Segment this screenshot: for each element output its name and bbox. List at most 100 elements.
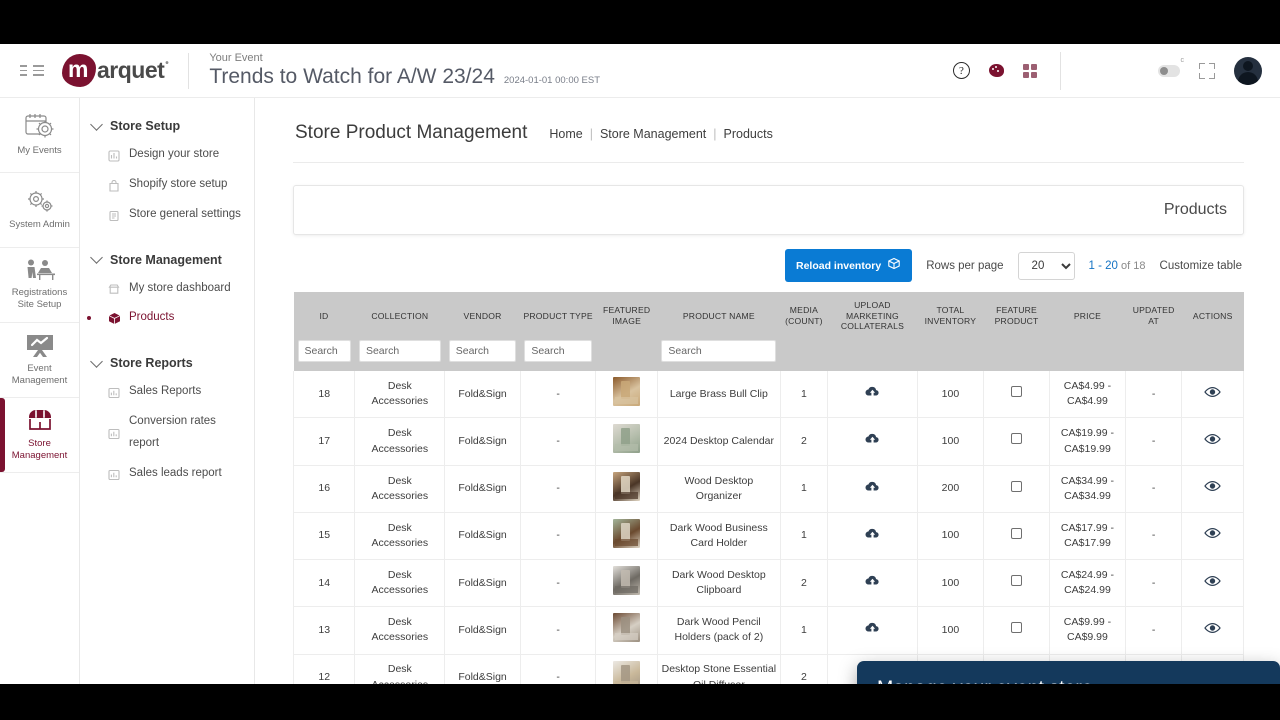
col-actions[interactable]: ACTIONS xyxy=(1181,292,1244,341)
cell-upload-collaterals[interactable] xyxy=(827,465,918,513)
cloud-upload-icon[interactable] xyxy=(865,434,880,448)
cell-actions[interactable] xyxy=(1181,512,1244,561)
nav-item-products[interactable]: Products xyxy=(80,303,254,333)
rail-item-event-management[interactable]: Event Management xyxy=(0,323,79,398)
theme-toggle[interactable]: c xyxy=(1158,57,1184,77)
col-product-type[interactable]: PRODUCT TYPE xyxy=(520,292,597,341)
rail-item-store-management[interactable]: Store Management xyxy=(0,398,79,473)
cell-feature-product[interactable] xyxy=(982,371,1051,419)
rail-item-registrations-site-setup[interactable]: Registrations Site Setup xyxy=(0,248,79,323)
fullscreen-icon[interactable] xyxy=(1199,62,1215,79)
hamburger-icon[interactable] xyxy=(12,65,52,76)
feature-product-checkbox[interactable] xyxy=(1011,433,1023,445)
view-product-eye-icon[interactable] xyxy=(1204,575,1221,590)
cookie-icon[interactable] xyxy=(989,64,1004,77)
view-product-eye-icon[interactable] xyxy=(1204,481,1221,495)
table-row[interactable]: 13 Desk Accessories Fold&Sign - Dark Woo… xyxy=(292,606,1244,655)
product-thumbnail[interactable] xyxy=(613,377,641,407)
col-vendor[interactable]: VENDOR xyxy=(444,292,521,341)
user-avatar[interactable] xyxy=(1234,56,1262,85)
col-collection[interactable]: COLLECTION xyxy=(354,292,446,341)
customize-table-button[interactable]: Customize table xyxy=(1160,260,1242,272)
filter-product-type-input[interactable] xyxy=(524,340,592,363)
table-row[interactable]: 15 Desk Accessories Fold&Sign - Dark Woo… xyxy=(292,512,1244,561)
nav-item-shopify-store-setup[interactable]: Shopify store setup xyxy=(80,170,254,200)
col-feature-product[interactable]: FEATURE PRODUCT xyxy=(983,292,1051,341)
cell-feature-product[interactable] xyxy=(982,417,1051,466)
feature-product-checkbox[interactable] xyxy=(1011,386,1023,398)
product-thumbnail[interactable] xyxy=(613,566,641,596)
filter-product-name-input[interactable] xyxy=(661,340,777,363)
view-product-eye-icon[interactable] xyxy=(1204,386,1221,401)
feature-product-checkbox[interactable] xyxy=(1011,527,1023,539)
nav-item-sales-reports[interactable]: Sales Reports xyxy=(80,377,254,407)
col-total-inventory[interactable]: TOTAL INVENTORY xyxy=(917,292,984,341)
nav-item-store-general-settings[interactable]: Store general settings xyxy=(80,200,254,230)
product-thumbnail[interactable] xyxy=(613,518,641,548)
apps-grid-icon[interactable] xyxy=(1023,63,1037,78)
cell-upload-collaterals[interactable] xyxy=(827,417,918,466)
col-id[interactable]: ID xyxy=(293,292,356,341)
col-upload-marketing-collaterals[interactable]: UPLOAD MARKETING COLLATERALS xyxy=(827,292,918,341)
breadcrumb-store-management[interactable]: Store Management xyxy=(600,127,706,141)
nav-group-store-reports[interactable]: Store Reports xyxy=(80,347,254,377)
cloud-upload-icon[interactable] xyxy=(865,387,880,401)
cell-feature-product[interactable] xyxy=(982,512,1051,561)
nav-item-design-your-store[interactable]: Design your store xyxy=(80,140,254,170)
col-media-count[interactable]: MEDIA (COUNT) xyxy=(780,292,829,341)
cell-actions[interactable] xyxy=(1181,417,1244,466)
divider xyxy=(188,52,190,89)
cell-upload-collaterals[interactable] xyxy=(827,371,918,419)
app-logo[interactable]: m arquet • xyxy=(62,54,169,87)
product-thumbnail[interactable] xyxy=(613,660,641,684)
nav-item-sales-leads-report[interactable]: Sales leads report xyxy=(80,459,254,489)
cell-actions[interactable] xyxy=(1181,606,1244,655)
cell-upload-collaterals[interactable] xyxy=(827,606,918,655)
col-product-name[interactable]: PRODUCT NAME xyxy=(657,292,781,341)
cell-vendor: Fold&Sign xyxy=(444,417,521,466)
view-product-eye-icon[interactable] xyxy=(1204,433,1221,448)
cell-actions[interactable] xyxy=(1181,465,1244,513)
view-product-eye-icon[interactable] xyxy=(1204,622,1221,637)
cell-actions[interactable] xyxy=(1181,371,1244,419)
feature-product-checkbox[interactable] xyxy=(1011,575,1023,587)
filter-collection-input[interactable] xyxy=(358,340,441,363)
table-row[interactable]: 17 Desk Accessories Fold&Sign - 2024 Des… xyxy=(292,417,1244,466)
col-price[interactable]: PRICE xyxy=(1049,292,1126,341)
rail-item-my-events[interactable]: My Events xyxy=(0,98,79,173)
reload-inventory-button[interactable]: Reload inventory xyxy=(785,249,913,282)
cell-feature-product[interactable] xyxy=(982,559,1051,608)
nav-group-store-management[interactable]: Store Management xyxy=(80,244,254,274)
feature-product-checkbox[interactable] xyxy=(1011,480,1023,492)
breadcrumb-home[interactable]: Home xyxy=(549,127,582,141)
product-thumbnail[interactable] xyxy=(613,613,641,643)
product-thumbnail[interactable] xyxy=(613,424,641,454)
help-icon[interactable]: ? xyxy=(953,62,970,79)
cell-feature-product[interactable] xyxy=(982,465,1051,513)
cloud-upload-icon[interactable] xyxy=(865,528,880,543)
nav-item-my-store-dashboard[interactable]: My store dashboard xyxy=(80,274,254,304)
cell-feature-product[interactable] xyxy=(982,606,1051,655)
cloud-upload-icon[interactable] xyxy=(865,481,880,496)
product-thumbnail[interactable] xyxy=(613,471,641,501)
col-featured-image[interactable]: FEATURED IMAGE xyxy=(595,292,658,341)
filter-id-input[interactable] xyxy=(297,340,351,363)
table-row[interactable]: 16 Desk Accessories Fold&Sign - Wood Des… xyxy=(292,465,1244,513)
cell-upload-collaterals[interactable] xyxy=(827,559,918,608)
cloud-upload-icon[interactable] xyxy=(865,623,880,637)
rail-item-system-admin[interactable]: System Admin xyxy=(0,173,79,248)
onboarding-callout[interactable]: Manage your event store Choose store pro… xyxy=(857,661,1280,684)
view-product-eye-icon[interactable] xyxy=(1204,528,1221,542)
nav-item-conversion-rates-report[interactable]: Conversion rates report xyxy=(80,407,254,459)
table-row[interactable]: 14 Desk Accessories Fold&Sign - Dark Woo… xyxy=(292,559,1244,608)
feature-product-checkbox[interactable] xyxy=(1011,622,1023,634)
cloud-upload-icon[interactable] xyxy=(865,575,880,590)
cell-actions[interactable] xyxy=(1181,559,1244,608)
nav-group-store-setup[interactable]: Store Setup xyxy=(80,110,254,140)
rows-per-page-select[interactable]: 102050100 xyxy=(1017,251,1075,280)
col-updated-at[interactable]: UPDATED AT xyxy=(1125,292,1183,341)
cell-upload-collaterals[interactable] xyxy=(827,512,918,561)
breadcrumb-products[interactable]: Products xyxy=(724,127,773,141)
filter-vendor-input[interactable] xyxy=(448,340,517,363)
table-row[interactable]: 18 Desk Accessories Fold&Sign - Large Br… xyxy=(292,371,1244,419)
